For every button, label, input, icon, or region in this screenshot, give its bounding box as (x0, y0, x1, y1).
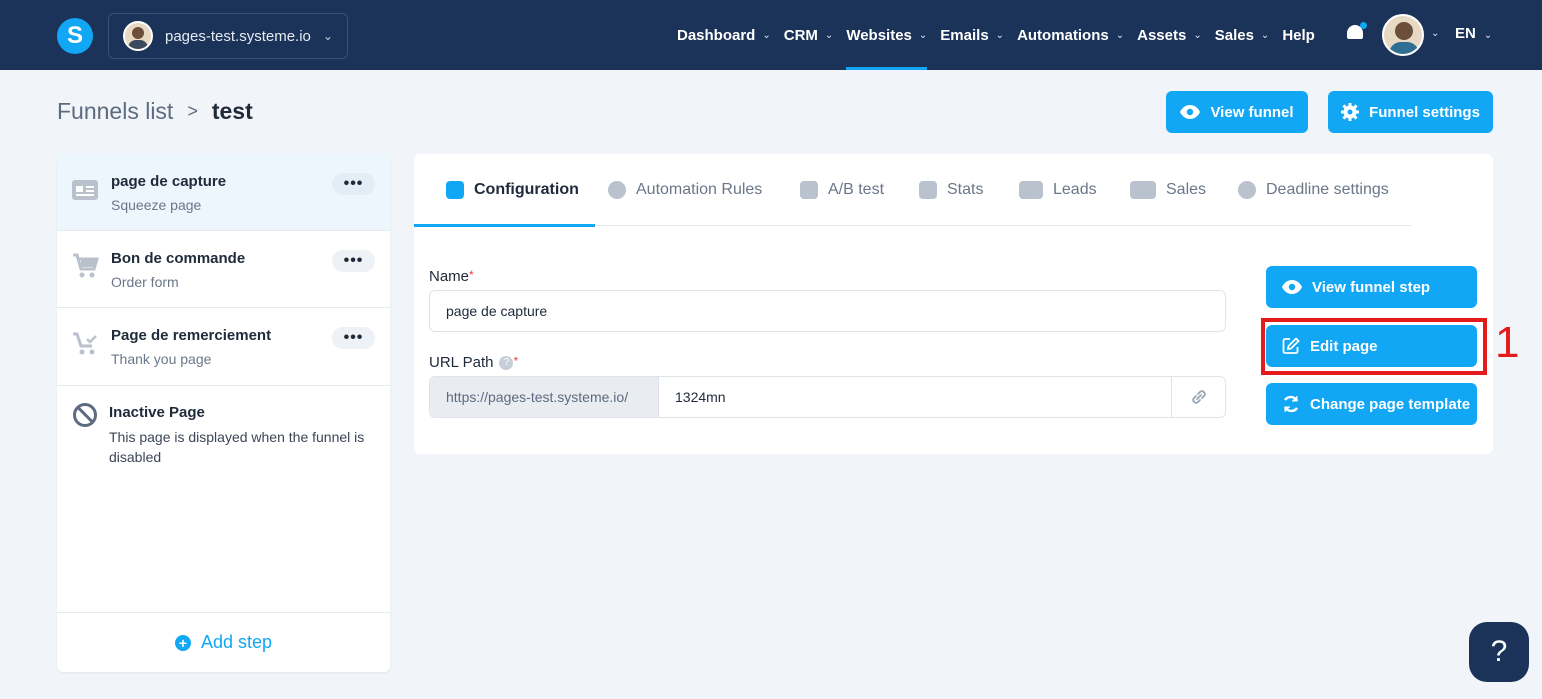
help-icon[interactable]: ? (499, 356, 514, 371)
chevron-down-icon: ⌄ (1260, 29, 1270, 41)
help-chat-button[interactable]: ? (1469, 622, 1529, 682)
funnel-settings-button[interactable]: Funnel settings (1328, 91, 1493, 133)
step-title: Bon de commande (111, 250, 246, 267)
ban-icon (73, 403, 97, 427)
step-title: Page de remerciement (111, 327, 272, 344)
top-navbar: S pages-test.systeme.io ⌄ Dashboard ⌄ CRM… (0, 0, 1542, 70)
bar-chart-icon (919, 181, 937, 199)
squeeze-page-icon (71, 178, 99, 202)
chevron-down-icon[interactable]: ⌄ (1431, 28, 1439, 39)
url-prefix: https://pages-test.systeme.io/ (430, 377, 659, 417)
url-path-field: https://pages-test.systeme.io/ 1324mn (429, 376, 1226, 418)
tab-sales[interactable]: Sales (1130, 154, 1206, 226)
step-title: page de capture (111, 173, 227, 190)
clock-icon (1238, 181, 1256, 199)
step-item[interactable]: page de capture Squeeze page ••• (57, 154, 390, 231)
eye-icon (1282, 280, 1302, 294)
main-nav: Dashboard ⌄ CRM ⌄ Websites ⌄ Emails ⌄ Automa… (677, 0, 1328, 70)
step-item[interactable]: Page de remerciement Thank you page ••• (57, 308, 390, 386)
chevron-down-icon: ⌄ (1115, 29, 1125, 41)
nav-sales[interactable]: Sales ⌄ (1215, 0, 1270, 70)
chevron-down-icon: ⌄ (1193, 29, 1202, 41)
change-page-template-button[interactable]: Change page template (1266, 383, 1477, 425)
systeme-logo[interactable]: S (57, 18, 93, 54)
view-funnel-button[interactable]: View funnel (1166, 91, 1308, 133)
refresh-icon (1283, 395, 1299, 413)
highlight-box (1261, 318, 1487, 375)
nav-emails[interactable]: Emails ⌄ (940, 0, 1004, 70)
site-selector[interactable]: pages-test.systeme.io ⌄ (108, 13, 348, 59)
nav-dashboard[interactable]: Dashboard ⌄ (677, 0, 771, 70)
notification-dot (1360, 22, 1367, 29)
tab-deadline-settings[interactable]: Deadline settings (1238, 154, 1389, 226)
nav-websites[interactable]: Websites ⌄ (846, 0, 927, 70)
breadcrumb-funnels-list[interactable]: Funnels list (57, 98, 173, 125)
tab-configuration[interactable]: Configuration (414, 154, 595, 227)
split-icon (800, 181, 818, 199)
name-input[interactable]: page de capture (429, 290, 1226, 332)
add-step-button[interactable]: + Add step (57, 612, 390, 672)
cart-check-icon (71, 330, 99, 355)
required-mark: * (513, 354, 519, 368)
language-selector[interactable]: EN ⌄ (1455, 25, 1492, 42)
eye-icon (1180, 105, 1201, 119)
change-page-template-label: Change page template (1310, 395, 1471, 413)
funnel-settings-label: Funnel settings (1369, 103, 1480, 121)
tab-bar: Configuration Automation Rules A/B test … (414, 154, 1412, 227)
view-funnel-step-button[interactable]: View funnel step (1266, 266, 1477, 308)
chevron-down-icon: ⌄ (322, 29, 333, 43)
chevron-down-icon: ⌄ (918, 29, 928, 41)
required-mark: * (469, 268, 474, 282)
sliders-icon (446, 181, 464, 199)
tab-ab-test[interactable]: A/B test (800, 154, 884, 226)
bell-icon[interactable] (1345, 22, 1367, 44)
add-step-label: Add step (200, 632, 273, 652)
url-path-input[interactable]: 1324mn (659, 377, 1171, 417)
chevron-down-icon: ⌄ (824, 29, 834, 41)
cart-icon (71, 253, 99, 278)
site-avatar (123, 21, 153, 51)
step-more-button[interactable]: ••• (332, 327, 375, 349)
step-more-button[interactable]: ••• (332, 173, 375, 195)
tab-stats[interactable]: Stats (919, 154, 983, 226)
plus-circle-icon: + (174, 634, 191, 651)
view-funnel-step-label: View funnel step (1312, 278, 1431, 296)
step-subtitle: Thank you page (111, 351, 212, 367)
users-icon (1019, 181, 1043, 199)
step-subtitle: Order form (111, 274, 179, 290)
chevron-right-icon: > (187, 101, 198, 121)
chevron-down-icon: ⌄ (762, 29, 771, 41)
gear-icon (1341, 103, 1360, 121)
view-funnel-label: View funnel (1210, 103, 1294, 121)
user-avatar[interactable] (1382, 14, 1424, 56)
url-path-label: URL Path? * (429, 354, 519, 371)
dollar-icon (1130, 181, 1156, 199)
site-name: pages-test.systeme.io (165, 27, 311, 45)
nav-automations[interactable]: Automations ⌄ (1017, 0, 1124, 70)
name-label: Name* (429, 268, 474, 285)
nav-help[interactable]: Help (1282, 0, 1315, 70)
tab-leads[interactable]: Leads (1019, 154, 1097, 226)
breadcrumb: Funnels list > test (57, 98, 253, 125)
step-more-button[interactable]: ••• (332, 250, 375, 272)
chevron-down-icon: ⌄ (995, 29, 1005, 41)
annotation-marker: 1 (1495, 318, 1520, 367)
bolt-icon (608, 181, 626, 199)
chevron-down-icon: ⌄ (1483, 30, 1493, 41)
funnel-steps-list: page de capture Squeeze page ••• Bon de … (57, 154, 390, 672)
tab-automation-rules[interactable]: Automation Rules (608, 154, 762, 226)
step-item[interactable]: Bon de commande Order form ••• (57, 231, 390, 308)
step-subtitle: Squeeze page (111, 197, 202, 213)
breadcrumb-current: test (211, 98, 253, 124)
inactive-page-description: This page is displayed when the funnel i… (109, 429, 365, 465)
nav-crm[interactable]: CRM ⌄ (784, 0, 834, 70)
link-icon[interactable] (1171, 377, 1225, 417)
step-settings-panel: Configuration Automation Rules A/B test … (414, 154, 1493, 454)
nav-assets[interactable]: Assets ⌄ (1137, 0, 1202, 70)
inactive-page-title[interactable]: Inactive Page (109, 404, 205, 421)
